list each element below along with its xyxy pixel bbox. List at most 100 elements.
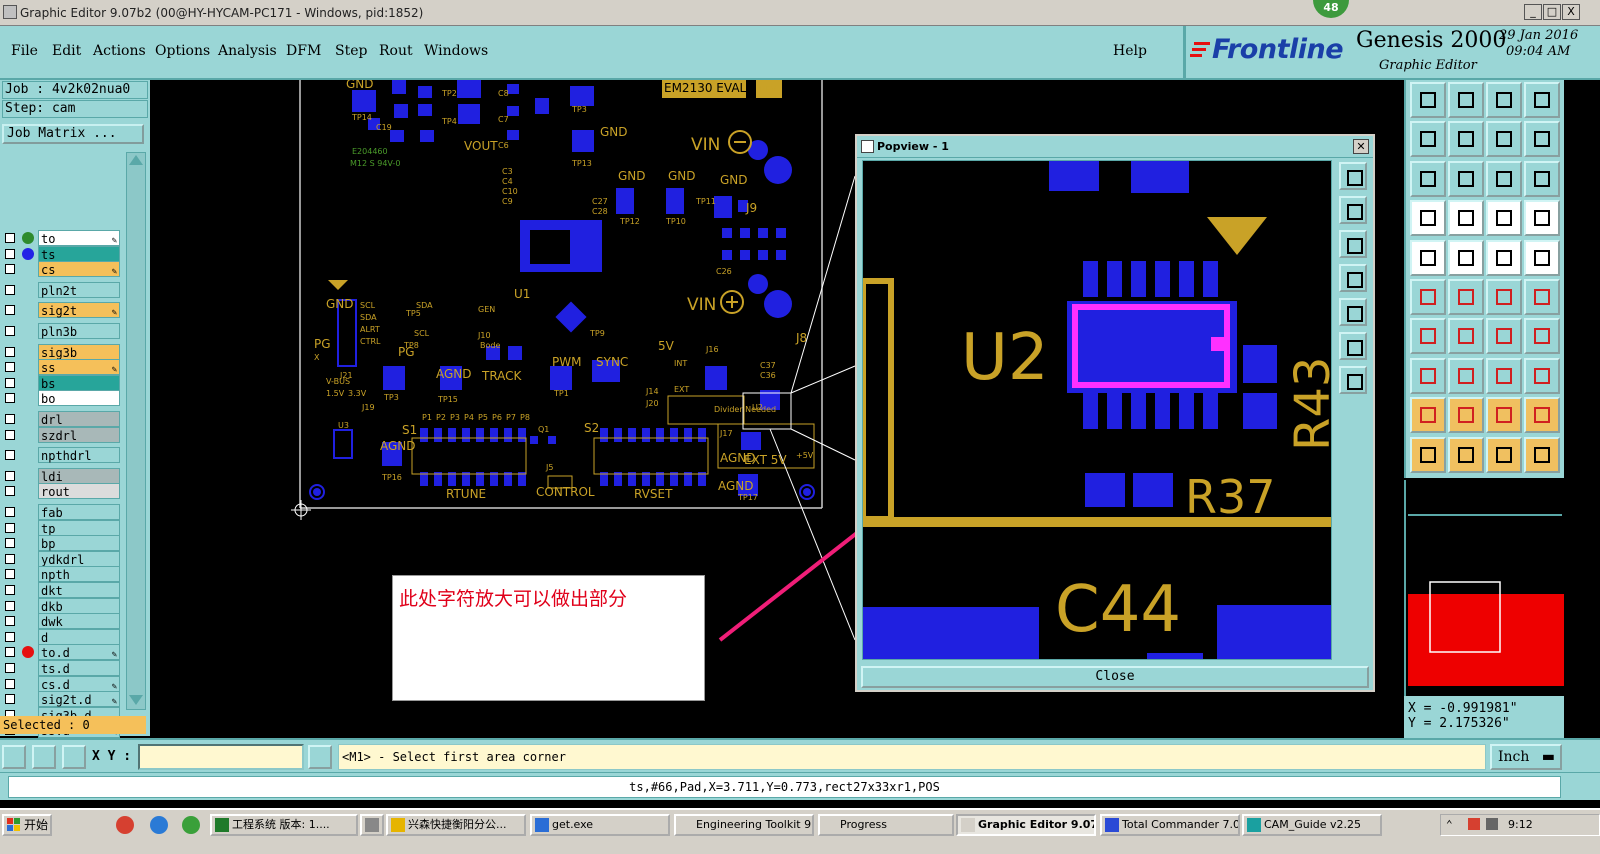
arrow-tool-button[interactable] xyxy=(1410,436,1446,473)
layer-checkbox[interactable] xyxy=(5,305,15,316)
layer-row[interactable]: to.d ✎ xyxy=(2,644,120,661)
layer-checkbox[interactable] xyxy=(5,600,15,611)
menu-step[interactable]: Step xyxy=(335,43,367,59)
layer-checkbox[interactable] xyxy=(5,393,15,404)
layer-checkbox[interactable] xyxy=(5,553,15,564)
layer-checkbox[interactable] xyxy=(5,507,15,517)
menu-file[interactable]: File xyxy=(11,43,38,59)
move-left-tool-button[interactable] xyxy=(1410,121,1446,158)
measure-tool-button[interactable] xyxy=(1486,357,1522,394)
route-b-tool-button[interactable] xyxy=(1524,279,1560,315)
layer-row[interactable]: sig2t.d ✎ xyxy=(2,691,120,708)
layer-row[interactable]: sig3b xyxy=(2,343,120,360)
move-up-tool-button[interactable] xyxy=(1410,82,1446,118)
menu-analysis[interactable]: Analysis xyxy=(218,43,277,59)
cross-tool-button[interactable] xyxy=(1448,279,1484,315)
split-tool-button[interactable] xyxy=(1524,121,1560,158)
snap-tool-button[interactable] xyxy=(1410,239,1446,276)
taskbar-task[interactable]: 兴森快捷衡阳分公... xyxy=(386,814,526,836)
layer-name[interactable]: ts.d xyxy=(38,660,120,676)
layer-name[interactable]: ldi xyxy=(38,467,120,484)
pan-tool-button[interactable] xyxy=(1410,200,1446,237)
layer-checkbox[interactable] xyxy=(5,429,15,440)
menu-options[interactable]: Options xyxy=(155,43,210,59)
layer-name[interactable]: sig2t.d ✎ xyxy=(38,691,120,708)
layer-row[interactable]: bo xyxy=(2,390,120,407)
layer-checkbox[interactable] xyxy=(5,470,15,481)
layer-row[interactable]: dkt xyxy=(2,582,120,598)
minimize-button[interactable]: _ xyxy=(1524,4,1542,20)
layer-row[interactable]: tp xyxy=(2,519,120,536)
triangle-tool-button[interactable] xyxy=(1410,397,1446,434)
layer-checkbox[interactable] xyxy=(5,414,15,424)
layer-row[interactable]: ts.d xyxy=(2,660,120,676)
layer-name[interactable]: dkt xyxy=(38,582,120,598)
layer-row[interactable]: cs.d ✎ xyxy=(2,675,120,692)
popview-zoom-view[interactable]: U2 R43 R37 C44 xyxy=(862,160,1332,660)
line-a-tool-button[interactable] xyxy=(1410,318,1446,355)
snap-icon[interactable] xyxy=(2,745,26,769)
layer-checkbox[interactable] xyxy=(5,569,15,580)
app-quicklaunch-icon[interactable] xyxy=(182,816,200,834)
layer-name[interactable]: bp xyxy=(38,535,120,552)
window-tool-button[interactable] xyxy=(1524,82,1560,118)
ruler-tool-button[interactable] xyxy=(1486,239,1522,276)
menu-edit[interactable]: Edit xyxy=(52,43,81,59)
tri-b-tool-button[interactable] xyxy=(1448,397,1484,434)
layer-name[interactable]: dkb xyxy=(38,597,120,614)
layer-row[interactable]: szdrl xyxy=(2,426,120,443)
layer-row[interactable]: sig2t ✎ xyxy=(2,302,120,319)
connect-tool-button[interactable] xyxy=(1410,279,1446,315)
grid-icon[interactable] xyxy=(62,745,86,769)
layer-checkbox[interactable] xyxy=(5,694,15,705)
xy-input[interactable] xyxy=(138,744,304,770)
layer-name[interactable]: bs xyxy=(38,374,120,391)
layer-row[interactable]: d xyxy=(2,628,120,645)
menu-windows[interactable]: Windows xyxy=(424,43,488,59)
taskbar-task[interactable]: get.exe xyxy=(530,814,670,836)
tri-c-tool-button[interactable] xyxy=(1486,397,1522,434)
select-a-tool-button[interactable] xyxy=(1448,436,1484,473)
layer-row[interactable]: fab xyxy=(2,504,120,520)
layer-checkbox[interactable] xyxy=(5,233,15,243)
popview-tool-fit[interactable] xyxy=(1339,366,1367,394)
layer-row[interactable]: ss ✎ xyxy=(2,359,120,376)
overview-map[interactable] xyxy=(1404,480,1564,696)
zoom-1to1-tool-button[interactable] xyxy=(1486,160,1522,197)
close-window-button[interactable]: X xyxy=(1562,4,1580,20)
layer-checkbox[interactable] xyxy=(5,248,15,259)
layer-name[interactable]: bo xyxy=(38,390,120,407)
layer-row[interactable]: to ✎ xyxy=(2,230,120,246)
seg-tool-button[interactable] xyxy=(1448,357,1484,394)
job-matrix-button[interactable]: Job Matrix ... xyxy=(2,124,144,144)
popview-tool-right[interactable] xyxy=(1339,298,1367,326)
layer-name[interactable]: drl xyxy=(38,411,120,427)
layer-row[interactable]: ldi xyxy=(2,467,120,484)
layer-row[interactable]: pln3b xyxy=(2,323,120,339)
layer-row[interactable]: bs xyxy=(2,374,120,391)
layer-row[interactable]: drl xyxy=(2,411,120,427)
layer-checkbox[interactable] xyxy=(5,663,15,673)
popview-tool-1[interactable] xyxy=(1339,162,1367,190)
grid-tool-button[interactable] xyxy=(1448,200,1484,237)
layer-checkbox[interactable] xyxy=(5,631,15,642)
popview-tool-down[interactable] xyxy=(1339,230,1367,258)
layer-name[interactable]: cs ✎ xyxy=(38,261,120,278)
pad-tool-button[interactable] xyxy=(1524,357,1560,394)
select-c-tool-button[interactable] xyxy=(1524,436,1560,473)
layer-checkbox[interactable] xyxy=(5,616,15,627)
layer-name[interactable]: sig3b xyxy=(38,343,120,360)
layer-name[interactable]: npth xyxy=(38,566,120,583)
cursor-toggle-icon[interactable] xyxy=(308,745,332,769)
layer-name[interactable]: szdrl xyxy=(38,426,120,443)
layer-checkbox[interactable] xyxy=(5,678,15,689)
layer-checkbox[interactable] xyxy=(5,284,15,295)
layer-name[interactable]: to ✎ xyxy=(38,230,120,246)
tray-app-icon[interactable] xyxy=(1468,818,1480,830)
popview-tool-left[interactable] xyxy=(1339,264,1367,292)
line-b-tool-button[interactable] xyxy=(1448,318,1484,355)
popview-close-button[interactable]: Close xyxy=(861,666,1369,688)
layer-row[interactable]: npth xyxy=(2,566,120,583)
taskbar-task[interactable]: Graphic Editor 9.07... xyxy=(956,814,1096,836)
layer-name[interactable]: to.d ✎ xyxy=(38,644,120,661)
